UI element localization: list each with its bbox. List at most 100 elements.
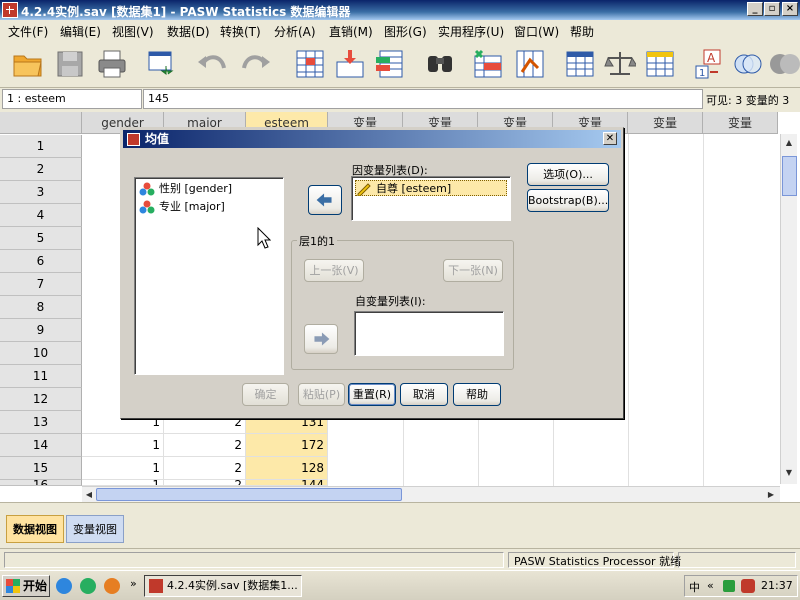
scroll-right-arrow-icon[interactable]: ▶: [764, 488, 778, 502]
row-header[interactable]: 13: [0, 411, 82, 434]
row-header[interactable]: 7: [0, 273, 82, 296]
previous-layer-button[interactable]: 上一张(V): [304, 259, 364, 282]
cell-gender[interactable]: 1: [82, 457, 164, 480]
next-layer-button[interactable]: 下一张(N): [443, 259, 503, 282]
row-header[interactable]: 5: [0, 227, 82, 250]
row-header[interactable]: 3: [0, 181, 82, 204]
find-icon[interactable]: [424, 48, 456, 80]
row-header[interactable]: 10: [0, 342, 82, 365]
cell-value-field[interactable]: 145: [143, 89, 703, 109]
dependent-variable-list[interactable]: 自尊 [esteem]: [351, 176, 511, 221]
insert-cases-icon[interactable]: [472, 48, 504, 80]
reset-button[interactable]: 重置(R): [348, 383, 396, 406]
ok-button[interactable]: 确定: [242, 383, 289, 406]
taskbar-window-item[interactable]: 4.2.4实例.sav [数据集1...: [144, 575, 302, 597]
cell-major[interactable]: 2: [164, 434, 246, 457]
menu-graphs[interactable]: 图形(G): [384, 23, 427, 40]
source-variable-list[interactable]: 性别 [gender] 专业 [major]: [134, 177, 284, 375]
quicklaunch-app-icon[interactable]: [80, 578, 96, 594]
row-header[interactable]: 8: [0, 296, 82, 319]
use-sets-icon[interactable]: [732, 48, 764, 80]
variables-icon[interactable]: [374, 48, 406, 80]
cancel-button[interactable]: 取消: [400, 383, 448, 406]
cell-gender[interactable]: 1: [82, 434, 164, 457]
cell-reference-field[interactable]: 1 : esteem: [2, 89, 142, 109]
row-header[interactable]: 6: [0, 250, 82, 273]
clock: 21:37: [761, 579, 793, 592]
minimize-button[interactable]: _: [747, 2, 763, 16]
paste-button[interactable]: 粘贴(P): [298, 383, 345, 406]
list-item-esteem[interactable]: 自尊 [esteem]: [355, 180, 507, 196]
scroll-down-arrow-icon[interactable]: ▼: [782, 466, 796, 480]
split-file-icon[interactable]: [564, 48, 596, 80]
options-button[interactable]: 选项(O)...: [527, 163, 609, 186]
menu-data[interactable]: 数据(D): [167, 23, 210, 40]
save-disk-icon[interactable]: [54, 48, 86, 80]
cell-esteem[interactable]: 172: [246, 434, 328, 457]
independent-variable-list[interactable]: [354, 311, 504, 356]
scroll-up-arrow-icon[interactable]: ▲: [782, 136, 796, 150]
tab-variable-view[interactable]: 变量视图: [66, 515, 124, 543]
menu-bar: 文件(F) 编辑(E) 视图(V) 数据(D) 转换(T) 分析(A) 直销(M…: [0, 20, 800, 40]
menu-help[interactable]: 帮助: [570, 23, 594, 40]
menu-utilities[interactable]: 实用程序(U): [438, 23, 504, 40]
ime-indicator[interactable]: 中: [689, 579, 700, 595]
tab-data-view[interactable]: 数据视图: [6, 515, 64, 543]
goto-case-icon[interactable]: [294, 48, 326, 80]
row-header[interactable]: 12: [0, 388, 82, 411]
menu-transform[interactable]: 转换(T): [220, 23, 261, 40]
vertical-scroll-thumb[interactable]: [782, 156, 797, 196]
scroll-left-arrow-icon[interactable]: ◀: [82, 488, 96, 502]
column-header-var[interactable]: 变量: [628, 112, 703, 134]
row-header[interactable]: 4: [0, 204, 82, 227]
value-labels-icon[interactable]: A1: [694, 48, 726, 80]
print-icon[interactable]: [96, 48, 128, 80]
quicklaunch-chevron-icon[interactable]: »: [130, 577, 137, 590]
cell-major[interactable]: 2: [164, 457, 246, 480]
refresh-icon[interactable]: [104, 578, 120, 594]
cell-esteem[interactable]: 128: [246, 457, 328, 480]
menu-file[interactable]: 文件(F): [8, 23, 48, 40]
row-header[interactable]: 1: [0, 135, 82, 158]
help-button[interactable]: 帮助: [453, 383, 501, 406]
undo-icon[interactable]: [196, 48, 228, 80]
menu-window[interactable]: 窗口(W): [514, 23, 559, 40]
grid-corner[interactable]: [0, 112, 82, 134]
move-to-dependent-button[interactable]: [308, 185, 342, 215]
row-header[interactable]: 16: [0, 480, 82, 486]
menu-direct-marketing[interactable]: 直销(M): [329, 23, 373, 40]
start-button[interactable]: 开始: [2, 575, 50, 597]
row-header[interactable]: 15: [0, 457, 82, 480]
network-icon[interactable]: [723, 580, 735, 592]
menu-edit[interactable]: 编辑(E): [60, 23, 101, 40]
goto-variable-icon[interactable]: [334, 48, 366, 80]
recall-dialog-icon[interactable]: [146, 48, 178, 80]
horizontal-scrollbar[interactable]: ◀ ▶: [82, 486, 780, 502]
menu-analyze[interactable]: 分析(A): [274, 23, 316, 40]
security-shield-icon[interactable]: [741, 579, 755, 593]
row-header[interactable]: 2: [0, 158, 82, 181]
move-to-independent-button[interactable]: [304, 324, 338, 354]
tray-chevron-icon[interactable]: «: [707, 579, 714, 592]
insert-variable-icon[interactable]: [514, 48, 546, 80]
row-header[interactable]: 9: [0, 319, 82, 342]
horizontal-scroll-thumb[interactable]: [96, 488, 402, 501]
arrow-right-icon: [314, 332, 330, 346]
show-all-icon[interactable]: [768, 48, 800, 80]
redo-icon[interactable]: [240, 48, 272, 80]
ie-icon[interactable]: [56, 578, 72, 594]
list-item-gender[interactable]: 性别 [gender]: [139, 181, 232, 197]
dialog-close-button[interactable]: ✕: [603, 132, 617, 145]
list-item-major[interactable]: 专业 [major]: [139, 199, 225, 215]
maximize-button[interactable]: ▫: [764, 2, 780, 16]
bootstrap-button[interactable]: Bootstrap(B)...: [527, 189, 609, 212]
select-cases-icon[interactable]: [644, 48, 676, 80]
weight-cases-icon[interactable]: [604, 48, 636, 80]
close-button[interactable]: ×: [782, 2, 798, 16]
row-header[interactable]: 14: [0, 434, 82, 457]
menu-view[interactable]: 视图(V): [112, 23, 154, 40]
column-header-var[interactable]: 变量: [703, 112, 778, 134]
row-header[interactable]: 11: [0, 365, 82, 388]
open-folder-icon[interactable]: [12, 48, 44, 80]
vertical-scrollbar[interactable]: ▲ ▼: [780, 134, 797, 484]
